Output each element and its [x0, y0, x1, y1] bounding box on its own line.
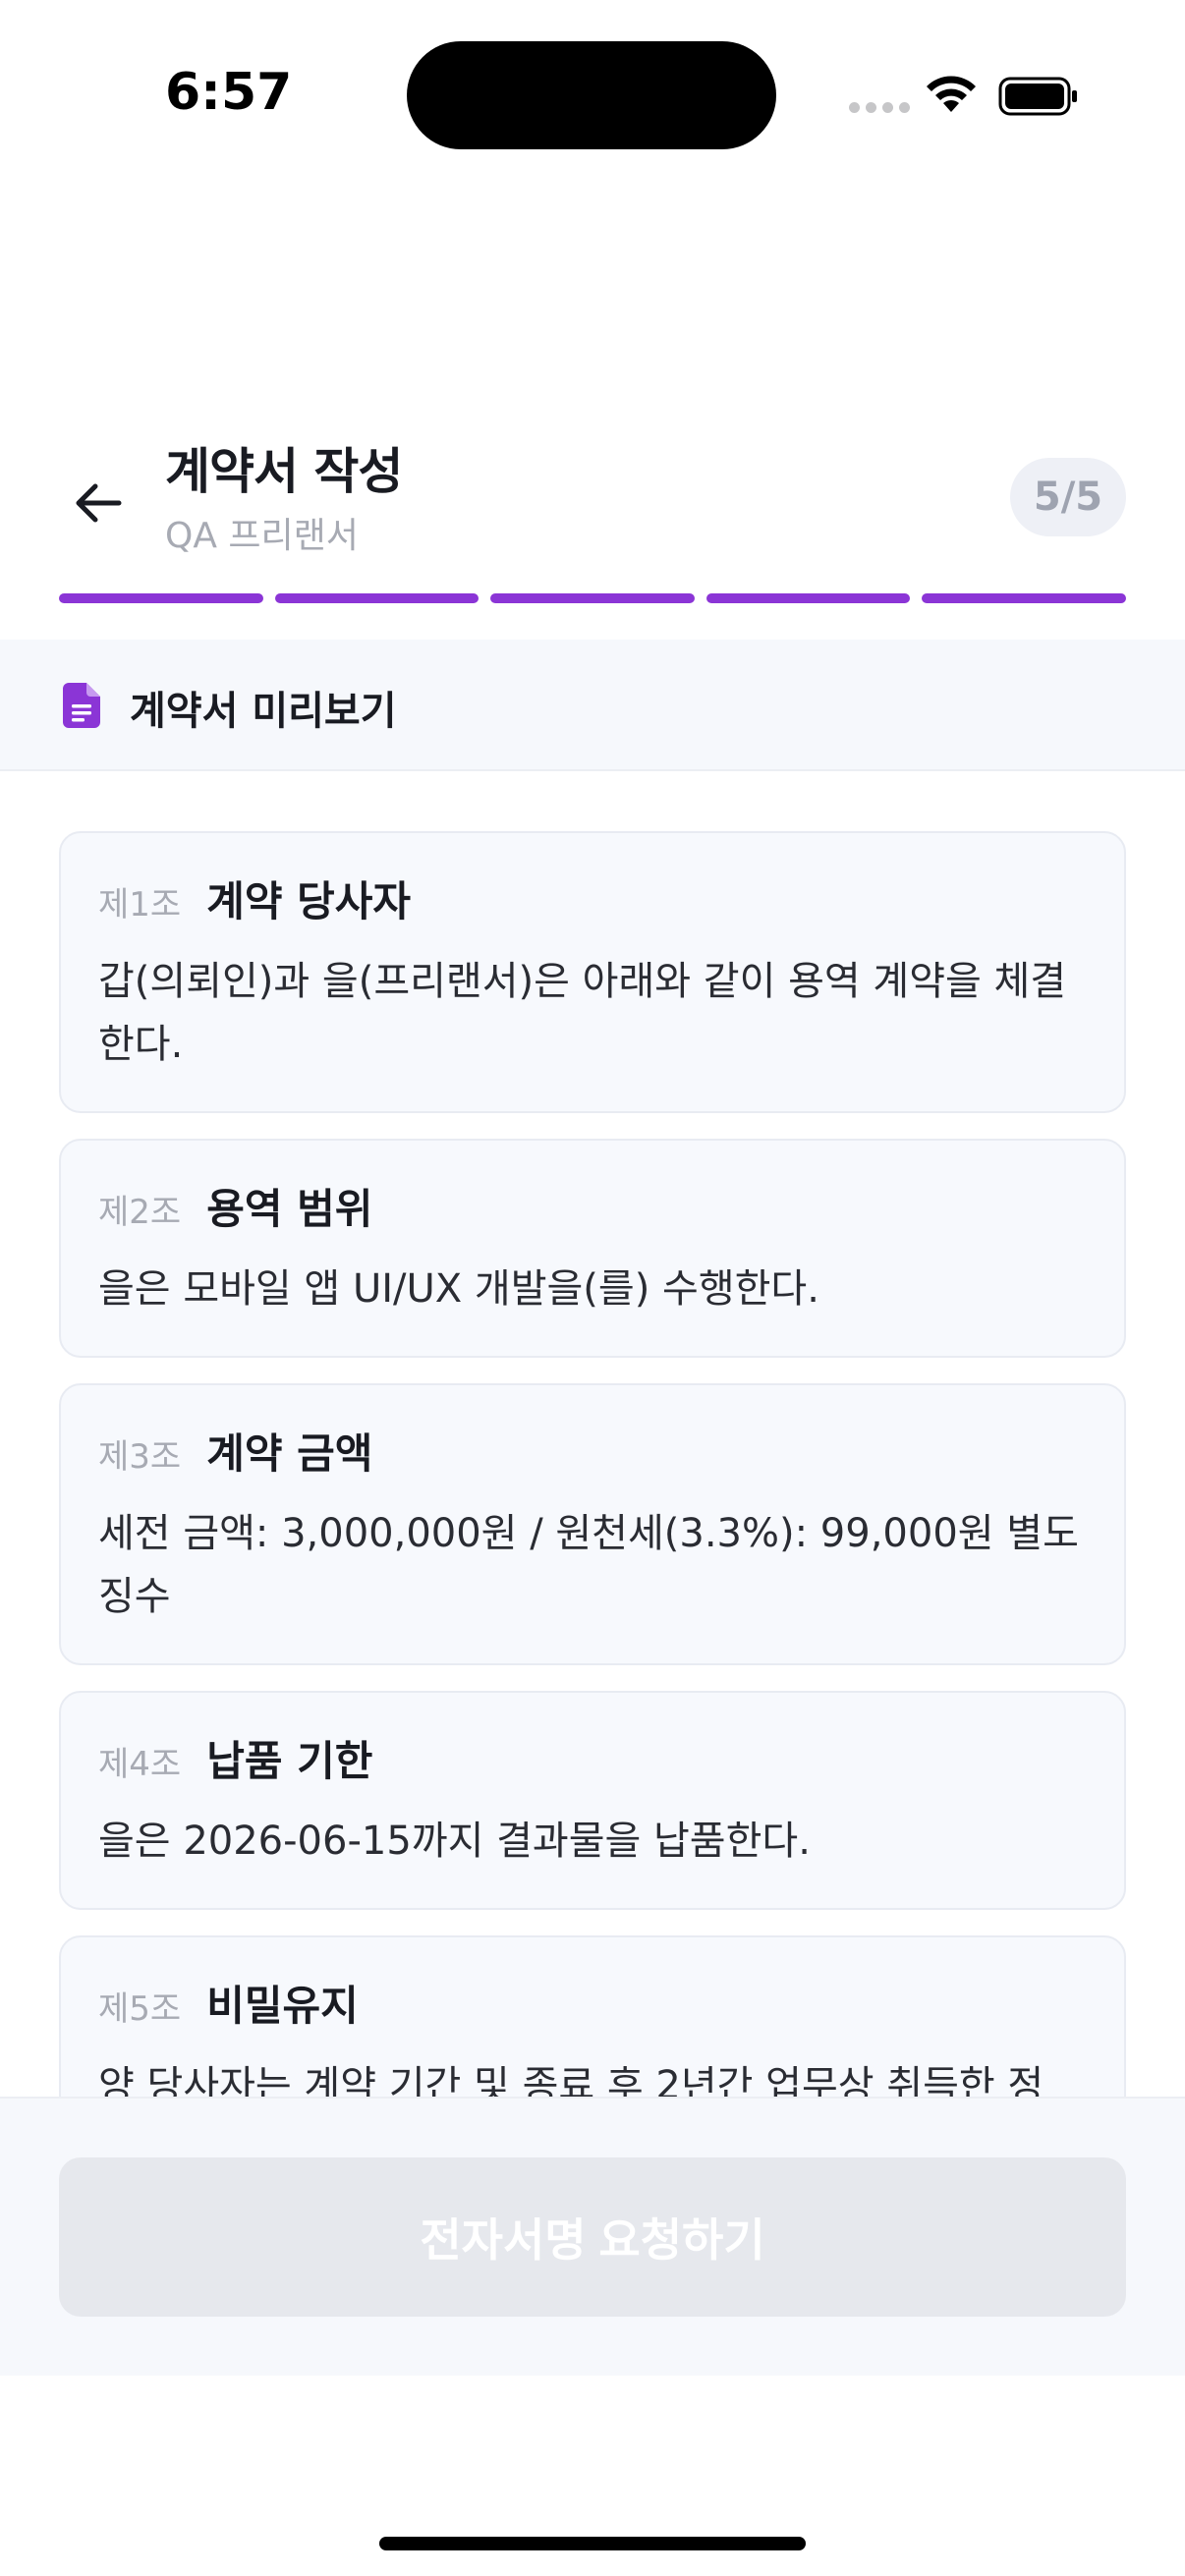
clause-title: 비밀유지: [206, 1982, 359, 2030]
clause-card: 제4조 납품 기한 을은 2026-06-15까지 결과물을 납품한다.: [59, 1691, 1126, 1910]
preview-title: 계약서 미리보기: [130, 689, 397, 734]
clause-card: 제1조 계약 당사자 갑(의뢰인)과 을(프리랜서)은 아래와 같이 용역 계약…: [59, 831, 1126, 1113]
clause-body: 을은 2026-06-15까지 결과물을 납품한다.: [98, 1819, 811, 1864]
progress-segment: [490, 593, 695, 603]
clause-title: 계약 당사자: [206, 877, 412, 925]
document-icon: [63, 683, 100, 728]
clause-body: 을은 모바일 앱 UI/UX 개발을(를) 수행한다.: [98, 1266, 819, 1312]
page-title: 계약서 작성: [165, 443, 403, 500]
arrow-left-icon: [76, 483, 122, 523]
cellular-signal-icon: [849, 102, 910, 113]
step-badge: 5/5: [1010, 458, 1126, 536]
clause-card: 제3조 계약 금액 세전 금액: 3,000,000원 / 원천세(3.3%):…: [59, 1383, 1126, 1665]
clause-body: 세전 금액: 3,000,000원 / 원천세(3.3%): 99,000원 별…: [98, 1511, 1079, 1619]
preview-section-header: 계약서 미리보기: [0, 640, 1185, 771]
clause-number: 제4조: [98, 1745, 182, 1784]
battery-icon: [998, 77, 1077, 116]
clause-title: 계약 금액: [206, 1429, 373, 1478]
progress-segment: [922, 593, 1126, 603]
dynamic-island: [407, 41, 776, 149]
status-time: 6:57: [165, 63, 293, 122]
clause-number: 제2조: [98, 1193, 182, 1232]
progress-segment: [59, 593, 263, 603]
clause-card: 제2조 용역 범위 을은 모바일 앱 UI/UX 개발을(를) 수행한다.: [59, 1139, 1126, 1358]
header: 계약서 작성 QA 프리랜서 5/5: [0, 413, 1185, 609]
clause-number: 제1조: [98, 885, 182, 924]
clause-body: 갑(의뢰인)과 을(프리랜서)은 아래와 같이 용역 계약을 체결한다.: [98, 959, 1067, 1067]
bottom-action-bar: 전자서명 요청하기: [0, 2097, 1185, 2376]
clause-title: 납품 기한: [206, 1737, 373, 1785]
request-e-signature-button[interactable]: 전자서명 요청하기: [59, 2157, 1126, 2317]
contract-clause-list[interactable]: 제1조 계약 당사자 갑(의뢰인)과 을(프리랜서)은 아래와 같이 용역 계약…: [59, 831, 1126, 2097]
page-subtitle: QA 프리랜서: [165, 516, 359, 556]
clause-card: 제5조 비밀유지 양 당사자는 계약 기간 및 종료 후 2년간 업무상 취득한…: [59, 1935, 1126, 2097]
clause-title: 용역 범위: [206, 1185, 373, 1233]
status-bar: 6:57: [0, 0, 1185, 196]
clause-body: 양 당사자는 계약 기간 및 종료 후 2년간 업무상 취득한 정: [98, 2063, 1044, 2097]
clause-number: 제5조: [98, 1989, 182, 2029]
progress-segment: [705, 593, 911, 603]
wifi-icon: [927, 76, 976, 112]
progress-segment: [274, 593, 480, 603]
back-button[interactable]: [59, 464, 138, 542]
home-indicator[interactable]: [379, 2537, 806, 2550]
step-progress-bar: [59, 593, 1126, 603]
clause-number: 제3조: [98, 1437, 182, 1477]
